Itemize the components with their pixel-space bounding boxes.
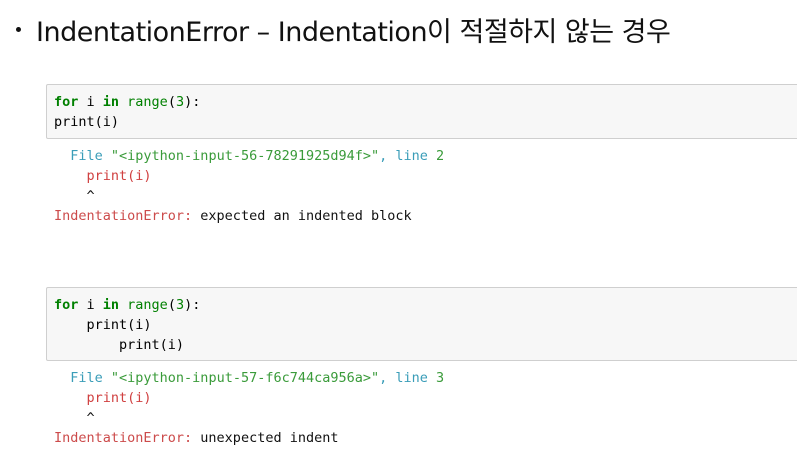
code-line-2: print(i): [54, 317, 152, 333]
code-cell-1[interactable]: for i in range(3): print(i): [46, 84, 797, 139]
keyword-for: for: [54, 94, 79, 110]
caret-marker: ^: [54, 410, 95, 426]
file-path: "<ipython-input-56-78291925d94f>": [110, 148, 380, 164]
error-message: unexpected indent: [192, 430, 339, 446]
number-literal: 3: [175, 297, 185, 313]
code-cell-2[interactable]: for i in range(3): print(i) print(i): [46, 287, 797, 361]
error-name: IndentationError:: [54, 208, 193, 224]
builtin-range: range: [119, 94, 168, 110]
bullet-icon: [16, 26, 21, 32]
output-block-2: File "<ipython-input-57-f6c744ca956a>", …: [54, 368, 444, 448]
line-label: , line: [379, 148, 437, 164]
close-paren-colon: ):: [184, 297, 201, 313]
output-block-1: File "<ipython-input-56-78291925d94f>", …: [54, 146, 444, 226]
open-paren: (: [167, 297, 176, 313]
close-paren-colon: ):: [184, 94, 201, 110]
code-block-2: for i in range(3): print(i) print(i): [54, 295, 200, 355]
file-path: "<ipython-input-57-f6c744ca956a>": [110, 370, 380, 386]
open-paren: (: [167, 94, 176, 110]
keyword-in: in: [102, 94, 120, 110]
source-line: print(i): [54, 390, 152, 406]
slide-heading: IndentationError – Indentation이 적절하지 않는 …: [14, 9, 671, 49]
loop-variable: i: [78, 297, 103, 313]
keyword-for: for: [54, 297, 79, 313]
file-label: File: [54, 370, 111, 386]
line-number: 2: [436, 148, 445, 164]
builtin-range: range: [119, 297, 168, 313]
code-line-2: print(i): [54, 114, 120, 130]
error-message: expected an indented block: [192, 208, 412, 224]
loop-variable: i: [78, 94, 103, 110]
keyword-in: in: [102, 297, 120, 313]
file-label: File: [54, 148, 111, 164]
heading-text: IndentationError – Indentation이 적절하지 않는 …: [36, 16, 671, 48]
error-name: IndentationError:: [54, 430, 193, 446]
source-line: print(i): [54, 168, 152, 184]
code-line-3: print(i): [54, 337, 185, 353]
line-label: , line: [379, 370, 437, 386]
code-block-1: for i in range(3): print(i): [54, 92, 200, 132]
caret-marker: ^: [54, 188, 95, 204]
number-literal: 3: [175, 94, 185, 110]
line-number: 3: [436, 370, 445, 386]
